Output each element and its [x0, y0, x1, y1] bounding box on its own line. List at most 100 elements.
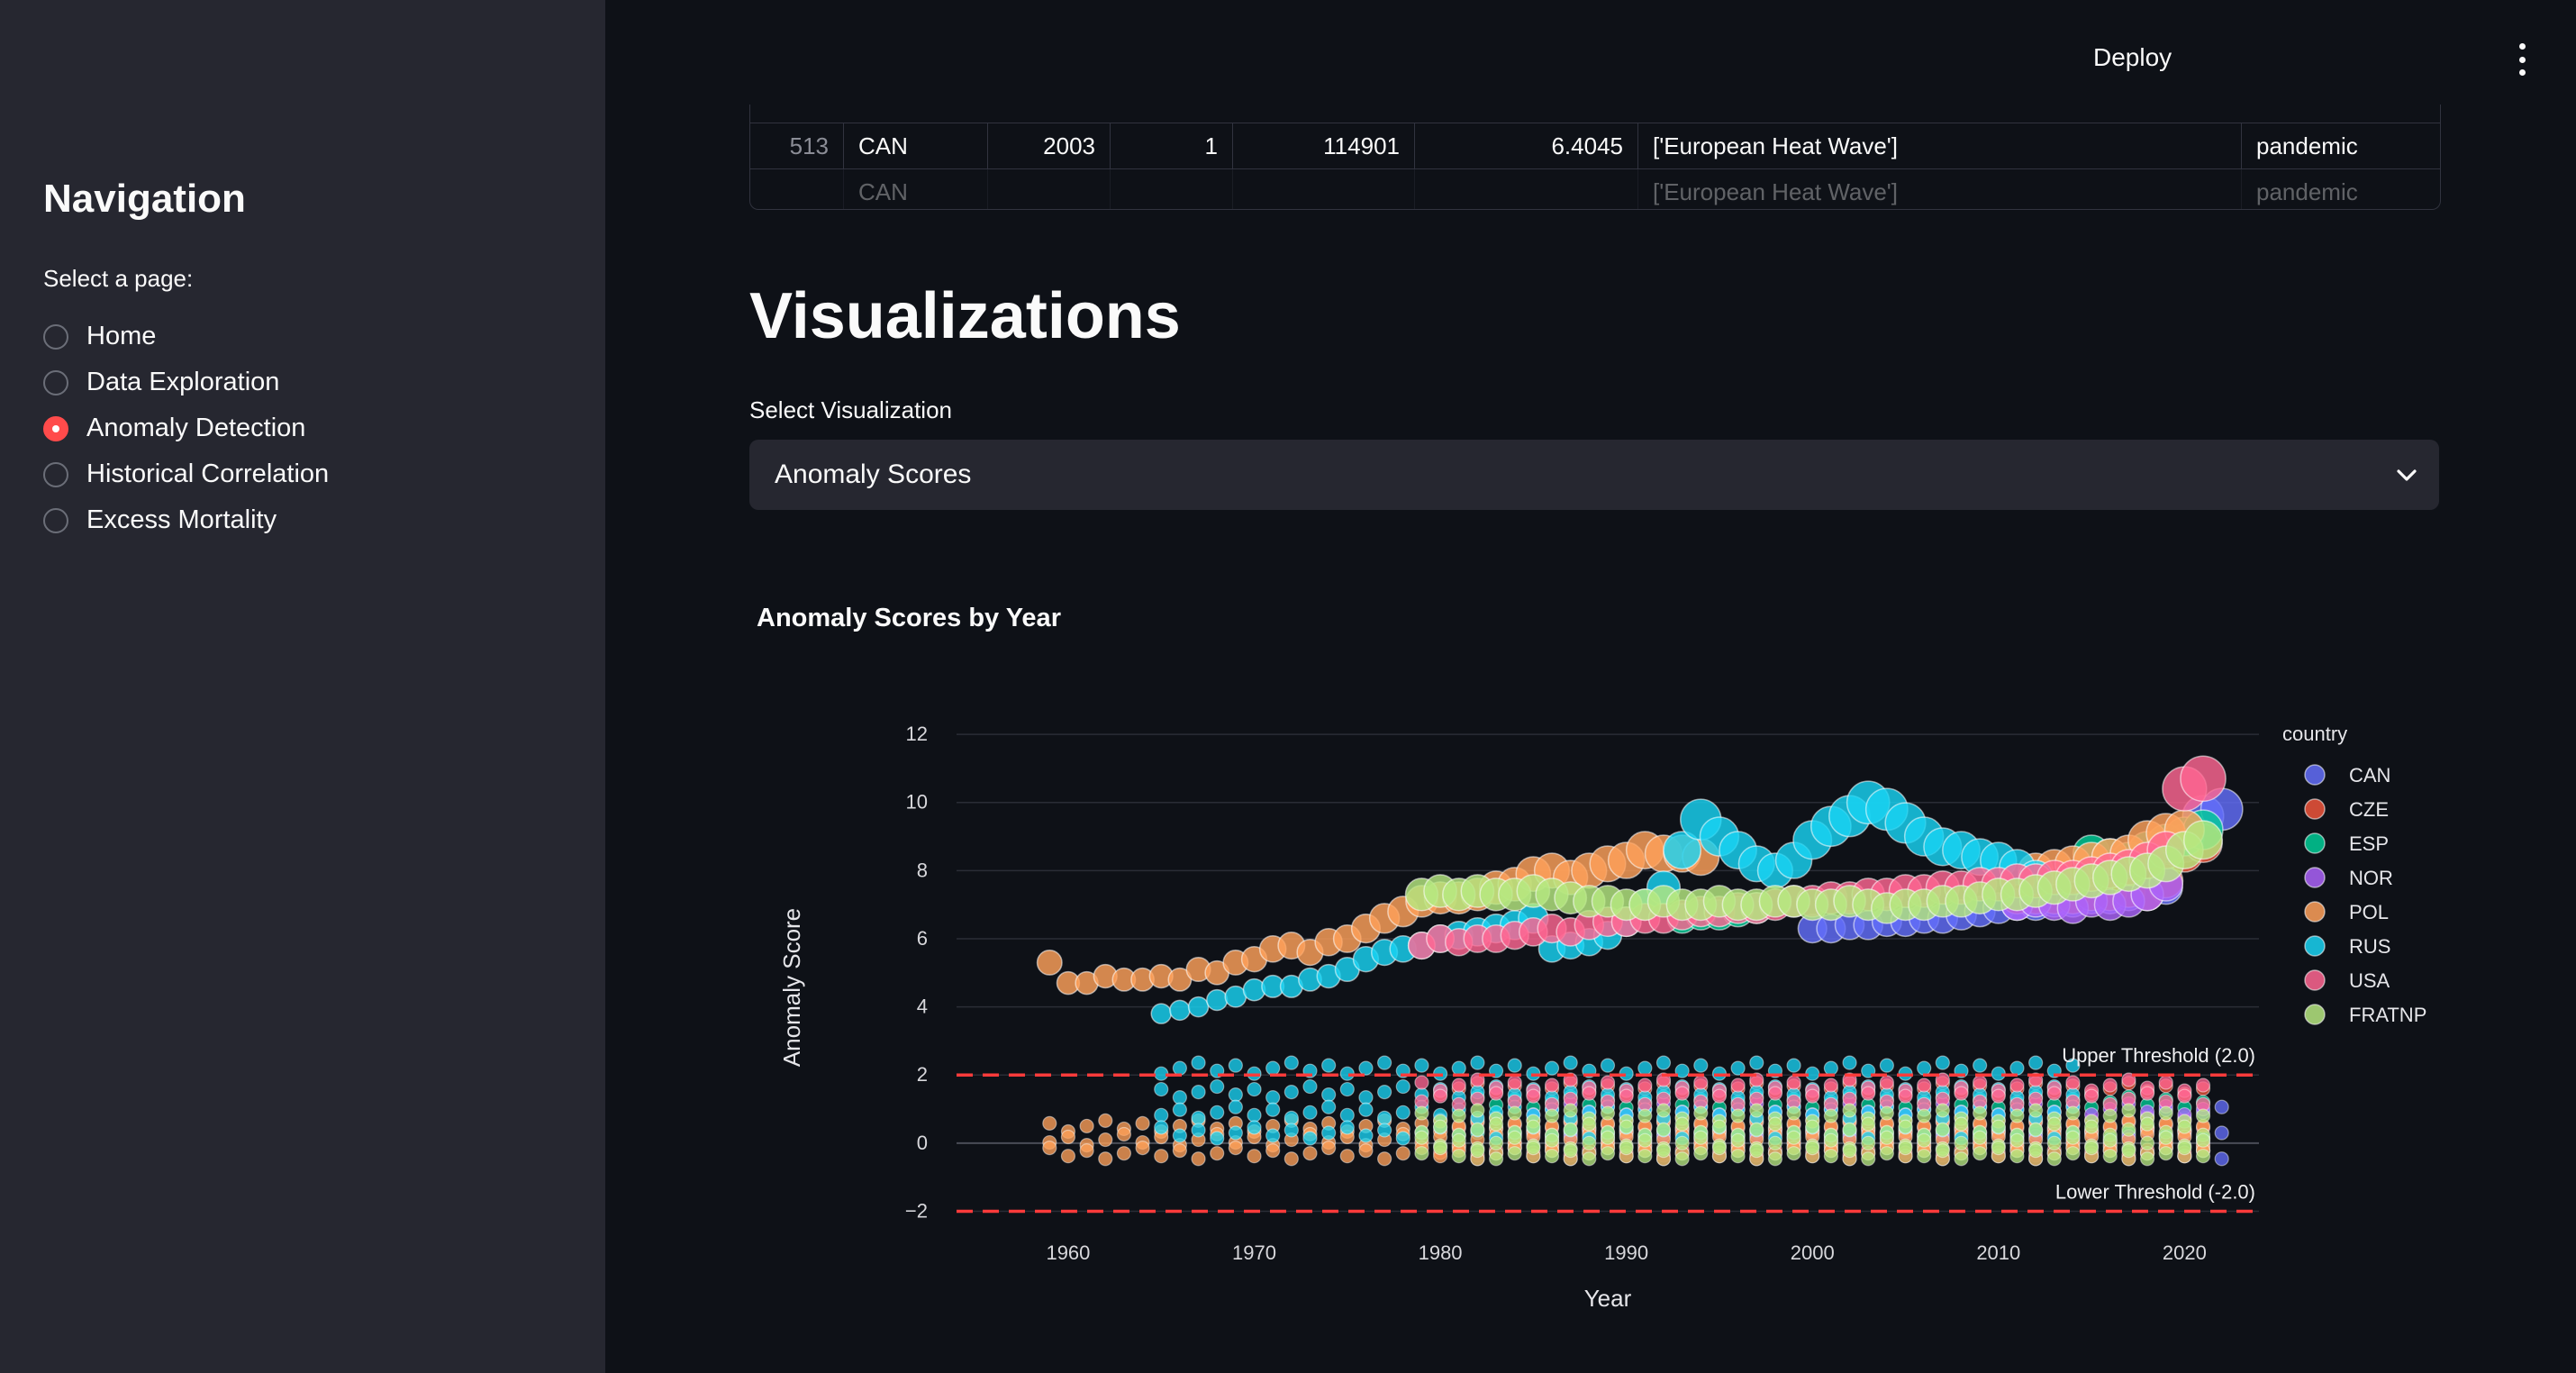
data-point-usa [2180, 755, 2227, 803]
data-point-rus [2009, 1060, 2025, 1076]
legend-marker-cze [2304, 798, 2326, 820]
data-point-fratnp [1582, 1135, 1597, 1150]
data-point-pol [1358, 1143, 1374, 1159]
data-point-fratnp [1544, 1149, 1560, 1164]
nav-item-data-exploration[interactable]: Data Exploration [43, 359, 329, 405]
main-content: Deploy 513 CAN 2003 1 114901 6.4045 ['Eu… [605, 0, 2576, 1373]
data-point-rus [1172, 1128, 1187, 1143]
data-point-rus [1265, 1102, 1281, 1117]
data-point-fratnp [2195, 1132, 2211, 1148]
data-point-rus [1228, 1087, 1243, 1103]
data-point-rus [1154, 1081, 1169, 1097]
radio-excess-mortality[interactable] [43, 507, 68, 533]
data-point-rus [1358, 1060, 1374, 1076]
data-point-can [2214, 1125, 2229, 1141]
data-point-fratnp [1879, 1146, 1894, 1161]
data-point-pol [1283, 1151, 1299, 1167]
sidebar: Navigation Select a page: Home Data Expl… [0, 0, 605, 1373]
data-point-fratnp [1674, 1135, 1690, 1150]
kebab-menu-icon[interactable] [2513, 43, 2531, 76]
data-point-fratnp [1674, 1151, 1690, 1167]
data-point-usa [2009, 1077, 2025, 1093]
y-tick-label: 8 [917, 859, 928, 881]
data-point-rus [1842, 1055, 1857, 1070]
nav-item-historical-correlation[interactable]: Historical Correlation [43, 451, 329, 497]
data-point-rus [1414, 1058, 1429, 1073]
data-point-fratnp [1582, 1151, 1597, 1167]
data-point-rus [1544, 1060, 1560, 1076]
select-value: Anomaly Scores [775, 459, 972, 489]
data-point-rus [1377, 1110, 1392, 1125]
deploy-button[interactable]: Deploy [2093, 43, 2172, 72]
legend-label: POL [2349, 901, 2389, 923]
anomaly-scatter-chart[interactable]: −2 0 2 4 6 8 10 12 1960 1970 1980 1990 2000 2010 2020 Y… [749, 685, 2497, 1315]
data-point-usa [2195, 1077, 2211, 1093]
data-point-rus [1655, 1055, 1672, 1070]
radio-data-exploration[interactable] [43, 369, 68, 396]
table-cell: ['European Heat Wave'] [1638, 123, 2242, 168]
visualization-select-label: Select Visualization [749, 396, 952, 423]
data-point-pol [1036, 949, 1063, 976]
nav-item-home[interactable]: Home [43, 314, 329, 359]
data-point-fratnp [1730, 1149, 1746, 1164]
data-point-pol [1302, 1146, 1318, 1161]
legend-label: ESP [2349, 832, 2389, 855]
data-table[interactable]: 513 CAN 2003 1 114901 6.4045 ['European … [749, 105, 2441, 210]
radio-historical-correlation[interactable] [43, 461, 68, 487]
data-point-rus [1283, 1110, 1299, 1125]
data-point-rus [1206, 988, 1229, 1012]
table-row: 513 CAN 2003 1 114901 6.4045 ['European … [750, 123, 2440, 169]
radio-home[interactable] [43, 323, 68, 350]
data-point-rus [1786, 1058, 1801, 1073]
table-cell-index: 513 [750, 123, 844, 168]
y-tick-label: 4 [917, 996, 928, 1018]
data-point-pol [1395, 1146, 1410, 1161]
data-point-fratnp [2083, 1141, 2100, 1156]
data-point-fratnp [1954, 1151, 1969, 1167]
data-point-fratnp [1973, 1130, 1988, 1145]
legend-marker-esp [2304, 832, 2326, 854]
data-point-pol [1079, 1143, 1094, 1159]
data-point-fratnp [2158, 1105, 2173, 1121]
data-point-fratnp [2009, 1108, 2025, 1123]
data-point-fratnp [2121, 1143, 2136, 1159]
data-point-rus [1879, 1058, 1894, 1073]
data-point-fratnp [2083, 1119, 2100, 1134]
radio-anomaly-detection[interactable] [43, 415, 68, 441]
data-point-usa [2046, 1086, 2062, 1101]
data-point-pol [1042, 1115, 1057, 1131]
data-point-fratnp [1488, 1135, 1504, 1150]
data-point-fratnp [2121, 1103, 2136, 1118]
chart-title: Anomaly Scores by Year [757, 604, 1061, 632]
visualization-select[interactable]: Anomaly Scores [749, 440, 2439, 510]
x-tick-label: 2000 [1791, 1241, 1835, 1264]
data-point-fratnp [1879, 1130, 1894, 1145]
data-point-fratnp [2065, 1146, 2081, 1161]
data-point-rus [1191, 1123, 1206, 1138]
data-point-usa [1451, 1077, 1466, 1093]
data-point-rus [1973, 1058, 1988, 1073]
data-point-fratnp [1414, 1146, 1429, 1161]
data-point-rus [1339, 1120, 1355, 1135]
data-point-rus [1228, 1058, 1243, 1073]
data-point-fratnp [1767, 1116, 1783, 1132]
data-point-fratnp [1805, 1141, 1820, 1156]
data-point-usa [2158, 1075, 2173, 1090]
nav-item-label: Data Exploration [86, 368, 280, 396]
data-point-rus [1265, 1128, 1281, 1143]
data-point-rus [1302, 1105, 1318, 1120]
data-point-fratnp [1637, 1149, 1653, 1164]
data-point-fratnp [1749, 1143, 1764, 1159]
data-point-fratnp [1619, 1141, 1634, 1156]
data-point-rus [1749, 1055, 1764, 1070]
data-point-fratnp [1973, 1146, 1988, 1161]
data-point-fratnp [1470, 1122, 1485, 1137]
data-point-usa [2065, 1075, 2081, 1090]
data-point-rus [2028, 1055, 2044, 1070]
data-point-rus [1302, 1078, 1318, 1095]
table-cell [1233, 169, 1415, 209]
nav-item-anomaly-detection[interactable]: Anomaly Detection [43, 405, 329, 451]
table-cell: 114901 [1233, 123, 1415, 168]
nav-item-excess-mortality[interactable]: Excess Mortality [43, 497, 329, 543]
data-point-fratnp [2139, 1151, 2155, 1167]
